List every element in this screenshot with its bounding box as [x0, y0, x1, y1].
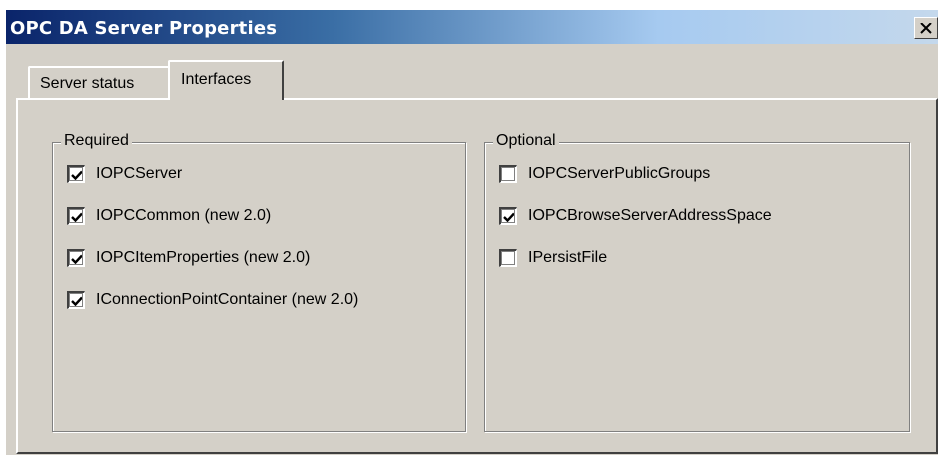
checkbox-label: IOPCItemProperties (new 2.0): [96, 249, 311, 266]
checkbox-box[interactable]: [67, 165, 85, 183]
checkbox-box[interactable]: [67, 207, 85, 225]
checkbox-iconnectionpointcontainer[interactable]: IConnectionPointContainer (new 2.0): [67, 289, 358, 311]
required-legend: Required: [61, 132, 132, 150]
optional-groupbox: Optional IOPCServerPublicGroups IOPCBrow…: [484, 132, 910, 432]
close-icon: [920, 22, 932, 34]
interfaces-panel: Required IOPCServer IOPCCommon (new 2.0)…: [16, 98, 938, 454]
checkbox-box[interactable]: [67, 249, 85, 267]
tab-server-status[interactable]: Server status: [28, 66, 170, 98]
tab-label: Interfaces: [181, 71, 252, 88]
checkbox-box[interactable]: [499, 249, 517, 267]
checkbox-label: IOPCServerPublicGroups: [528, 165, 711, 182]
window-title: OPC DA Server Properties: [10, 18, 278, 39]
checkbox-label: IOPCCommon (new 2.0): [96, 207, 272, 224]
checkbox-label: IPersistFile: [528, 249, 608, 266]
checkbox-label: IConnectionPointContainer (new 2.0): [96, 291, 359, 308]
checkbox-iopcserver[interactable]: IOPCServer: [67, 163, 182, 185]
close-button[interactable]: [914, 17, 938, 39]
tab-strip: Server status Interfaces: [16, 60, 916, 100]
required-groupbox: Required IOPCServer IOPCCommon (new 2.0)…: [52, 132, 466, 432]
optional-legend: Optional: [493, 132, 559, 150]
tab-interfaces[interactable]: Interfaces: [168, 60, 284, 100]
checkbox-iopcserverpublicgroups[interactable]: IOPCServerPublicGroups: [499, 163, 710, 185]
checkbox-iopcitemproperties[interactable]: IOPCItemProperties (new 2.0): [67, 247, 310, 269]
checkbox-box[interactable]: [67, 291, 85, 309]
checkmark-icon: [70, 170, 83, 180]
checkbox-iopcbrowseserveraddressspace[interactable]: IOPCBrowseServerAddressSpace: [499, 205, 772, 227]
checkbox-ipersistfile[interactable]: IPersistFile: [499, 247, 607, 269]
checkbox-box[interactable]: [499, 207, 517, 225]
checkmark-icon: [70, 296, 83, 306]
checkmark-icon: [70, 212, 83, 222]
checkmark-icon: [70, 254, 83, 264]
checkbox-box[interactable]: [499, 165, 517, 183]
tab-label: Server status: [40, 75, 135, 92]
checkbox-iopccommon[interactable]: IOPCCommon (new 2.0): [67, 205, 271, 227]
checkmark-icon: [502, 212, 515, 222]
title-bar[interactable]: OPC DA Server Properties: [6, 10, 938, 44]
checkbox-label: IOPCServer: [96, 165, 183, 182]
properties-dialog: OPC DA Server Properties Server status I…: [6, 10, 938, 455]
checkbox-label: IOPCBrowseServerAddressSpace: [528, 207, 772, 224]
